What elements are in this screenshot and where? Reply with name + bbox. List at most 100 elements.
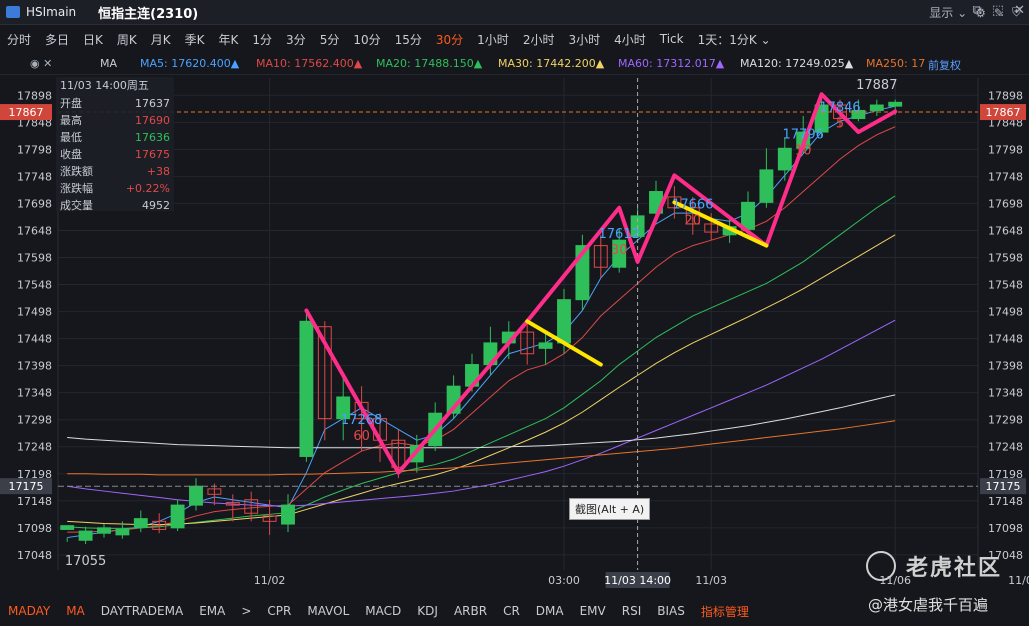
x-tick-label: 03:00: [548, 574, 580, 587]
y-tick-label: 17248: [17, 441, 52, 454]
timeframe-tab[interactable]: Tick: [653, 32, 691, 46]
x-tick-label: 11/03: [695, 574, 727, 587]
ma-legend-item: MA250: 17: [866, 57, 926, 70]
ohlc-label: 开盘: [60, 97, 82, 110]
ohlc-row: 最低 17636: [56, 129, 174, 146]
wave-label: 30: [611, 243, 628, 258]
y-tick-label-right: 17648: [988, 224, 1023, 237]
ohlc-value: 17690: [135, 114, 170, 127]
candle-body: [281, 504, 295, 525]
candle-body: [170, 504, 185, 529]
indicator-tab[interactable]: MADAY: [0, 604, 58, 618]
y-tick-label-right: 17248: [988, 441, 1023, 454]
timeframe-tab[interactable]: 15分: [388, 31, 429, 48]
y-tick-label-right: 17298: [988, 414, 1023, 427]
y-tick-label: 17348: [17, 387, 52, 400]
candle-body: [60, 525, 75, 530]
adjust-mode[interactable]: 前复权: [928, 57, 961, 73]
timeframe-tab[interactable]: 月K: [144, 31, 178, 48]
y-tick-label: 17148: [17, 495, 52, 508]
ma-line-ma30: [67, 234, 896, 526]
eye-toggle-icon[interactable]: ◉ ✕: [30, 57, 52, 70]
timeframe-tab[interactable]: 3分: [279, 31, 313, 48]
indicator-tab[interactable]: >: [233, 604, 259, 618]
indicator-tab[interactable]: ARBR: [446, 604, 495, 618]
timeframe-tab[interactable]: 4小时: [607, 31, 653, 48]
ohlc-row: 涨跌幅 +0.22%: [56, 180, 174, 197]
ohlc-datetime: 11/03 14:00周五: [60, 79, 149, 92]
indicator-tab[interactable]: CPR: [259, 604, 299, 618]
edit-icon[interactable]: ✎: [994, 6, 1004, 20]
y-tick-label: 17298: [17, 414, 52, 427]
ohlc-label: 涨跌幅: [60, 182, 93, 195]
indicator-tab[interactable]: EMA: [191, 604, 233, 618]
candle-body: [115, 528, 130, 536]
wave-label: 60: [353, 429, 370, 444]
watermark-text: 老虎社区: [906, 556, 1003, 581]
timeframe-tab[interactable]: 1天：1分K ⌄: [691, 31, 778, 48]
wave-label: 5: [836, 116, 844, 131]
indicator-tab[interactable]: DAYTRADEMA: [93, 604, 191, 618]
candle-body: [777, 147, 792, 171]
ma-line-ma60: [67, 319, 896, 507]
indicator-tab[interactable]: CR: [495, 604, 528, 618]
settings-icon[interactable]: ⚙: [975, 6, 986, 20]
indicator-tab[interactable]: DMA: [528, 604, 572, 618]
indicator-tab[interactable]: 指标管理: [693, 603, 757, 620]
timeframe-tab[interactable]: 2小时: [516, 31, 562, 48]
wave-label: 17796: [783, 127, 824, 142]
timeframe-tab[interactable]: 1分: [245, 31, 279, 48]
tiger-logo-icon: [866, 551, 896, 581]
y-tick-label-right: 17448: [988, 333, 1023, 346]
candle-body: [557, 299, 571, 344]
timeframe-tab[interactable]: 周K: [110, 31, 144, 48]
indicator-tab[interactable]: MACD: [357, 604, 409, 618]
ohlc-value: +38: [146, 165, 170, 178]
timeframe-tab[interactable]: 3小时: [561, 31, 607, 48]
timeframe-tab[interactable]: 5分: [313, 31, 347, 48]
y-tick-label: 17598: [17, 251, 52, 264]
shield-icon[interactable]: ⛨: [1012, 5, 1021, 20]
candle-body: [888, 101, 903, 107]
ohlc-value: 17636: [135, 131, 170, 144]
timeframe-tab[interactable]: 多日: [38, 31, 76, 48]
y-tick-label-right: 17898: [988, 89, 1023, 102]
y-tick-label-right: 17398: [988, 360, 1023, 373]
ohlc-row: 开盘 17637: [56, 95, 174, 112]
symbol-title: 恒指主连(2310): [98, 6, 199, 22]
indicator-tab[interactable]: MAVOL: [299, 604, 357, 618]
y-tick-label: 17798: [17, 143, 52, 156]
ohlc-value: 17675: [135, 148, 170, 161]
timeframe-tab[interactable]: 季K: [178, 31, 212, 48]
candle-body: [133, 518, 148, 528]
indicator-tab[interactable]: MA: [58, 604, 93, 618]
wave-label: 17887: [856, 78, 897, 93]
y-tick-label-right: 17748: [988, 170, 1023, 183]
y-tick-label-right: 17698: [988, 197, 1023, 210]
y-tick-label: 17748: [17, 170, 52, 183]
timeframe-tab[interactable]: 年K: [212, 31, 246, 48]
y-tick-label-right: 17598: [988, 251, 1023, 264]
timeframe-tab[interactable]: 日K: [76, 31, 110, 48]
current-price-label: 17867: [9, 106, 44, 119]
ma-legend-item: MA60: 17312.017▲: [618, 57, 725, 70]
y-tick-label: 17398: [17, 360, 52, 373]
ma-type-label[interactable]: MA: [100, 57, 117, 70]
app-name: HSImain: [26, 5, 77, 19]
timeframe-tab[interactable]: 30分: [429, 31, 470, 48]
timeframe-tab[interactable]: 10分: [346, 31, 387, 48]
indicator-tab[interactable]: EMV: [572, 604, 614, 618]
timeframe-tab[interactable]: 1小时: [470, 31, 516, 48]
y-tick-label-right: 17348: [988, 387, 1023, 400]
y-tick-label: 17048: [17, 549, 52, 562]
y-tick-label: 17098: [17, 522, 52, 535]
indicator-tab[interactable]: RSI: [614, 604, 650, 618]
timeframe-tab[interactable]: 分时: [0, 31, 38, 48]
ma-legend-item: MA5: 17620.400▲: [140, 57, 240, 70]
display-menu[interactable]: 显示 ⌄: [929, 4, 967, 21]
y-tick-label-right: 17498: [988, 306, 1023, 319]
indicator-tab[interactable]: BIAS: [649, 604, 693, 618]
ohlc-info-box: 11/03 14:00周五 开盘 17637 最高 17690 最低 17636 收盘 176…: [56, 77, 174, 212]
indicator-tab[interactable]: KDJ: [409, 604, 446, 618]
y-tick-label: 17498: [17, 306, 52, 319]
